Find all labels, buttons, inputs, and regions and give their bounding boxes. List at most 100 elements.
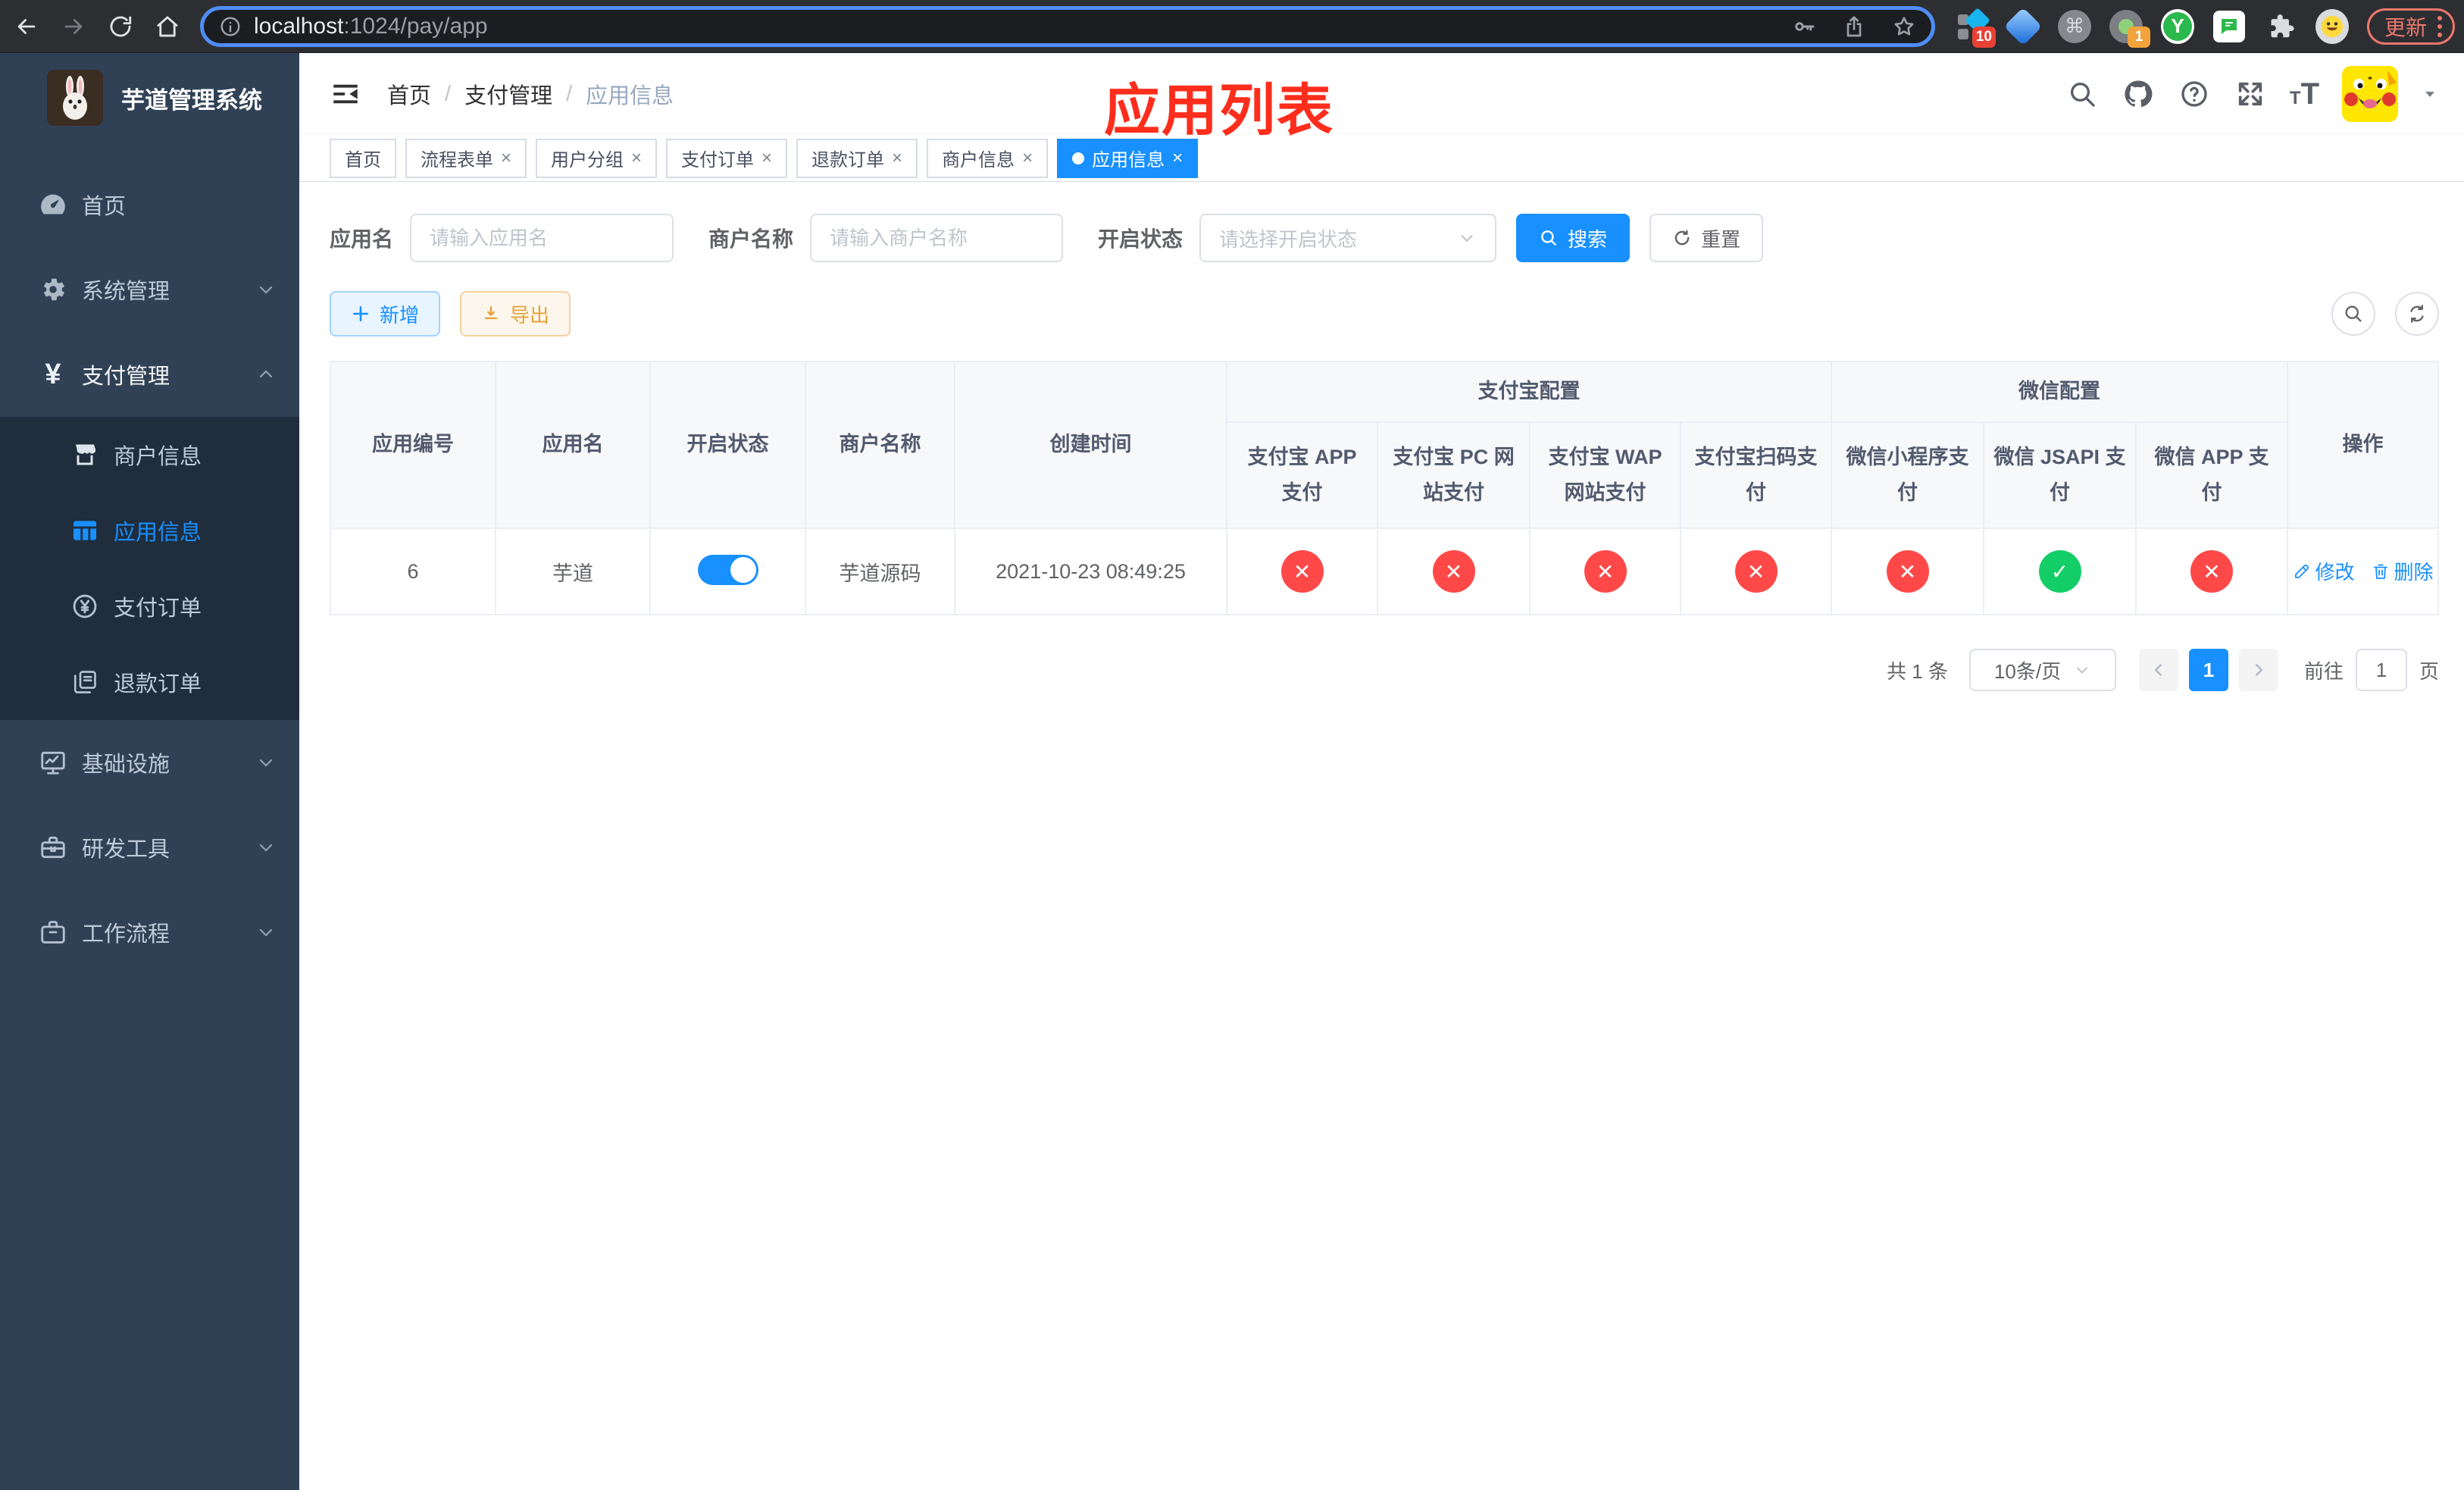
export-button[interactable]: 导出 (460, 291, 571, 337)
sidebar-item-dev-tools[interactable]: 研发工具 (0, 805, 299, 890)
browser-reload-icon[interactable] (106, 12, 135, 41)
extension-grid-icon[interactable]: 10 (1955, 7, 1996, 48)
sidebar-logo-row[interactable]: 芋道管理系统 (0, 53, 299, 142)
close-icon[interactable]: × (892, 149, 902, 167)
github-icon[interactable] (2122, 77, 2155, 111)
col-group-alipay: 支付宝配置 (1226, 361, 1832, 423)
sidebar-item-refund-order[interactable]: 退款订单 (0, 644, 299, 720)
shop-icon (68, 441, 102, 468)
reset-button[interactable]: 重置 (1649, 214, 1764, 262)
tab-home[interactable]: 首页 (330, 138, 396, 178)
avatar-caret-icon[interactable] (2421, 85, 2439, 103)
help-icon[interactable] (2178, 77, 2211, 111)
sidebar-item-label: 首页 (82, 195, 127, 219)
tags-view-bar: 首页 流程表单 × 用户分组 × 支付订单 × 退款订单 × 商户信息 × 应用信息 × (299, 135, 2464, 182)
app-logo (47, 70, 103, 126)
close-icon[interactable]: × (631, 149, 642, 167)
chevron-right-icon (2255, 664, 2263, 676)
sidebar-collapse-icon[interactable] (330, 78, 361, 110)
site-info-icon[interactable] (219, 15, 242, 38)
status-cross-icon: ✕ (1734, 550, 1778, 593)
close-icon[interactable]: × (1172, 149, 1183, 167)
fullscreen-icon[interactable] (2234, 77, 2267, 111)
current-page-button[interactable]: 1 (2189, 649, 2228, 691)
tab-refund-order[interactable]: 退款订单 × (796, 138, 918, 178)
delete-link[interactable]: 删除 (2372, 557, 2434, 585)
col-app-id: 应用编号 (330, 361, 496, 529)
password-key-icon[interactable] (1792, 14, 1816, 39)
refresh-table-button[interactable] (2395, 292, 2440, 336)
sidebar-item-system[interactable]: 系统管理 (0, 247, 299, 332)
extension-command-icon[interactable]: ⌘ (2058, 9, 2091, 43)
sidebar-item-app-info[interactable]: 应用信息 (0, 493, 299, 568)
sidebar-item-merchant-info[interactable]: 商户信息 (0, 417, 299, 493)
font-size-icon[interactable]: TT (2290, 77, 2319, 111)
show-search-button[interactable] (2331, 292, 2376, 336)
breadcrumb-home[interactable]: 首页 (387, 78, 431, 110)
goto-label: 前往 (2304, 659, 2344, 683)
kebab-menu-icon (2437, 15, 2443, 37)
merchant-name-input[interactable] (810, 214, 1064, 262)
sidebar-item-label: 系统管理 (82, 280, 170, 304)
extension-chat-icon[interactable] (2212, 10, 2246, 43)
tab-user-group[interactable]: 用户分组 × (536, 138, 658, 178)
briefcase-icon (36, 918, 70, 947)
prev-page-button[interactable] (2139, 649, 2178, 691)
next-page-button[interactable] (2239, 649, 2278, 691)
sidebar-item-home[interactable]: 首页 (0, 162, 299, 247)
browser-profile-avatar[interactable] (2315, 8, 2349, 44)
browser-update-menu[interactable]: 更新 (2367, 8, 2456, 45)
download-icon (484, 306, 498, 320)
col-alipay-pc: 支付宝 PC 网站支付 (1377, 421, 1531, 529)
page-content: 应用名 商户名称 开启状态 请选择开启状态 搜索 重置 (299, 182, 2464, 1490)
pay-order-icon (68, 592, 102, 621)
browser-forward-icon[interactable] (59, 12, 88, 41)
bookmark-star-icon[interactable] (1892, 14, 1916, 39)
tab-process-form[interactable]: 流程表单 × (405, 138, 527, 178)
url-text[interactable]: localhost:1024/pay/app (254, 14, 1792, 39)
address-bar[interactable]: localhost:1024/pay/app (200, 5, 1935, 47)
table-row: 6 芋道 芋道源码 2021-10-23 08:49:25 ✕ ✕ ✕ ✕ ✕ … (330, 527, 2440, 615)
col-wechat-app: 微信 APP 支付 (2134, 421, 2289, 529)
search-icon[interactable] (2065, 77, 2099, 111)
close-icon[interactable]: × (1022, 149, 1033, 167)
browser-home-icon[interactable] (153, 12, 182, 41)
extension-yuque-icon[interactable]: Y (2161, 8, 2194, 44)
tab-merchant-info[interactable]: 商户信息 × (927, 138, 1049, 178)
extension-session-icon[interactable]: 1 (2109, 9, 2150, 48)
browser-back-icon[interactable] (12, 12, 41, 41)
add-button[interactable]: 新增 (330, 291, 441, 337)
top-header: 首页 / 支付管理 / 应用信息 TT (299, 53, 2464, 135)
tab-app-info[interactable]: 应用信息 × (1057, 138, 1199, 178)
edit-link[interactable]: 修改 (2293, 557, 2355, 585)
sidebar-item-infrastructure[interactable]: 基础设施 (0, 720, 299, 805)
close-icon[interactable]: × (501, 149, 511, 167)
goto-page-input[interactable] (2356, 649, 2408, 691)
app-table: 应用编号 应用名 开启状态 商户名称 创建时间 支付宝配置 微信配置 操作 支付… (330, 361, 2440, 615)
sidebar-item-label: 商户信息 (114, 445, 202, 469)
extension-gem-icon[interactable] (2003, 7, 2043, 45)
col-actions: 操作 (2287, 361, 2440, 529)
extension-badge: 10 (1972, 26, 1996, 48)
status-select-placeholder: 请选择开启状态 (1219, 227, 1358, 251)
extensions-puzzle-icon[interactable] (2264, 10, 2297, 43)
cell-alipay-qr: ✕ (1680, 527, 1832, 615)
payment-submenu: 商户信息 应用信息 支付订单 退款订单 (0, 417, 299, 720)
user-avatar[interactable] (2342, 66, 2399, 122)
sidebar-item-pay-order[interactable]: 支付订单 (0, 568, 299, 644)
grid-icon (68, 516, 102, 545)
close-icon[interactable]: × (761, 149, 772, 167)
status-cross-icon: ✕ (1886, 550, 1929, 593)
share-icon[interactable] (1842, 14, 1866, 39)
sidebar-item-workflow[interactable]: 工作流程 (0, 890, 299, 975)
gear-icon (36, 275, 70, 304)
pagination: 共 1 条 10条/页 1 前往 1 页 (330, 649, 2439, 691)
sidebar-item-payment[interactable]: ¥ 支付管理 (0, 332, 299, 417)
breadcrumb-payment[interactable]: 支付管理 (464, 78, 552, 110)
tab-pay-order[interactable]: 支付订单 × (666, 138, 788, 178)
page-size-select[interactable]: 10条/页 (1969, 649, 2116, 691)
status-toggle[interactable] (697, 555, 758, 585)
status-select[interactable]: 请选择开启状态 (1199, 214, 1497, 262)
search-button[interactable]: 搜索 (1516, 214, 1631, 262)
app-name-input[interactable] (410, 214, 674, 262)
